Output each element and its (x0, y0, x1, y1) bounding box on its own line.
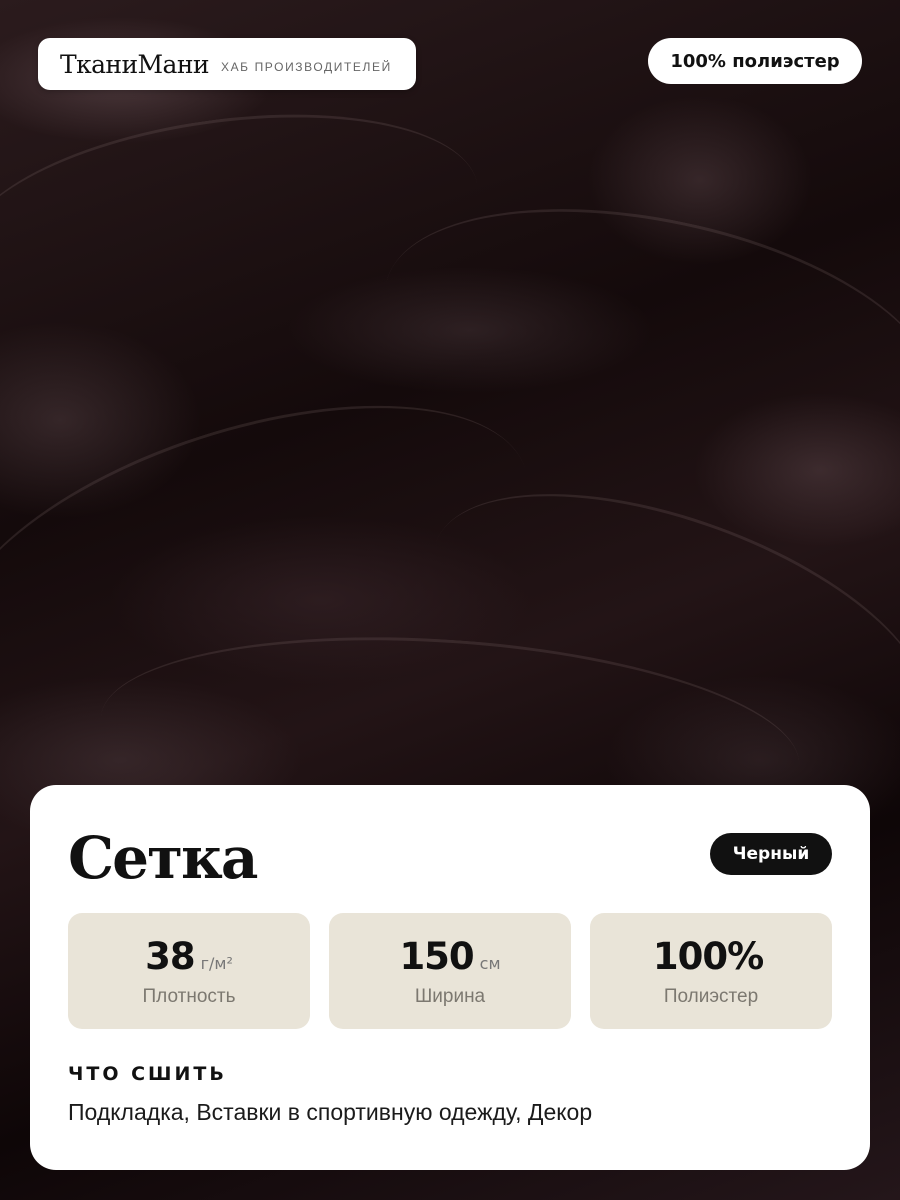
stat-unit: г/м² (200, 953, 233, 973)
composition-badge: 100% полиэстер (648, 38, 862, 84)
color-badge: Черный (710, 833, 832, 875)
stat-value: 100% (652, 934, 764, 978)
stats-row: 38 г/м² Плотность 150 см Ширина 100% Пол… (68, 913, 832, 1029)
product-info-card: Сетка Черный 38 г/м² Плотность 150 см Ши… (30, 785, 870, 1170)
stat-label: Плотность (142, 985, 236, 1007)
stat-label: Ширина (414, 985, 486, 1007)
stat-value: 150 (399, 934, 474, 978)
uses-text: Подкладка, Вставки в спортивную одежду, … (68, 1099, 593, 1125)
stat-width: 150 см Ширина (329, 913, 571, 1029)
brand-logo: ТканиМани ХАБ ПРОИЗВОДИТЕЛЕЙ (38, 38, 416, 90)
uses-heading: ЧТО СШИТЬ (68, 1063, 227, 1085)
stat-value: 38 (145, 934, 195, 978)
stat-composition: 100% Полиэстер (590, 913, 832, 1029)
brand-name: ТканиМани (60, 49, 210, 79)
product-title: Сетка (68, 824, 258, 892)
stat-unit: см (479, 953, 501, 973)
brand-subtitle: ХАБ ПРОИЗВОДИТЕЛЕЙ (220, 60, 392, 74)
stat-label: Полиэстер (663, 985, 759, 1007)
stat-density: 38 г/м² Плотность (68, 913, 310, 1029)
